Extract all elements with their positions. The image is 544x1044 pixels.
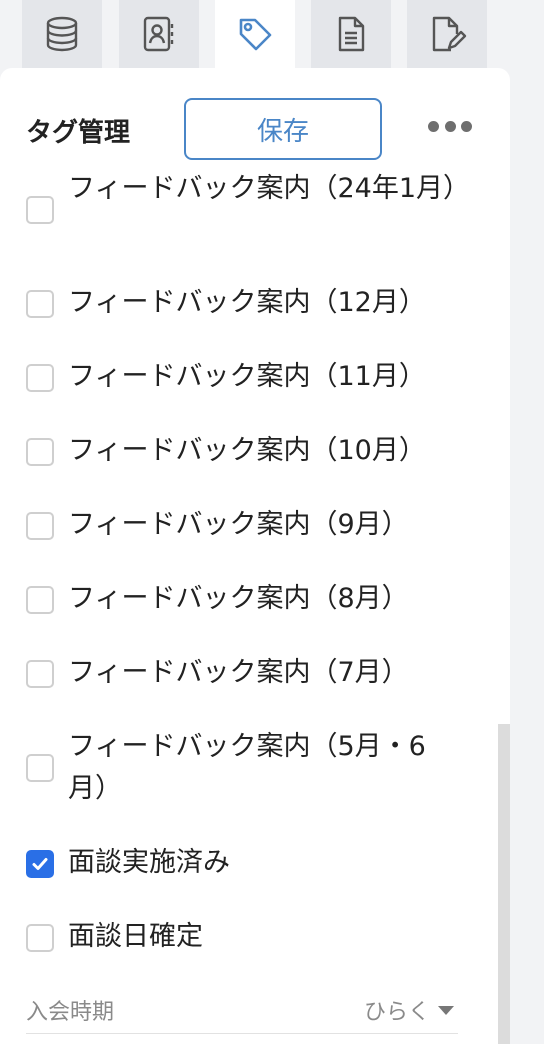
- tag-checkbox[interactable]: [26, 586, 54, 614]
- database-icon: [46, 16, 78, 52]
- expand-toggle-label: ひらく: [364, 1000, 431, 1025]
- tag-checkbox[interactable]: [26, 290, 54, 318]
- tab-edit-document[interactable]: [407, 0, 487, 68]
- tag-label: フィードバック案内（9月）: [68, 509, 409, 540]
- contacts-icon: [143, 16, 174, 52]
- tab-contacts[interactable]: [119, 0, 199, 68]
- tag-checkbox[interactable]: [26, 512, 54, 540]
- tab-bar: [0, 0, 544, 68]
- tag-label: フィードバック案内（11月）: [68, 361, 426, 392]
- tag-checkbox[interactable]: [26, 364, 54, 392]
- page-title: タグ管理: [26, 118, 131, 148]
- save-button[interactable]: 保存: [184, 98, 382, 160]
- tag-icon: [239, 18, 272, 51]
- tag-label: フィードバック案内（24年1月）: [68, 173, 470, 204]
- document-icon: [338, 16, 365, 52]
- more-dot-icon: [444, 120, 456, 132]
- tag-checkbox[interactable]: [26, 196, 54, 224]
- tag-checkbox[interactable]: [26, 660, 54, 688]
- edit-document-icon: [432, 16, 467, 52]
- tab-database[interactable]: [22, 0, 102, 68]
- expand-toggle[interactable]: ひらく: [364, 994, 455, 1026]
- tag-checkbox[interactable]: [26, 924, 54, 952]
- tag-label: フィードバック案内（5月・6月）: [68, 731, 426, 804]
- tab-document[interactable]: [311, 0, 391, 68]
- tag-label: フィードバック案内（12月）: [68, 287, 426, 318]
- more-dot-icon: [461, 120, 472, 132]
- tag-checkbox[interactable]: [26, 754, 54, 782]
- tab-tags[interactable]: [215, 0, 295, 68]
- more-options-button[interactable]: [428, 114, 472, 138]
- caret-down-icon: [438, 1005, 455, 1015]
- more-dot-icon: [428, 120, 439, 132]
- tag-label: 面談日確定: [68, 921, 203, 952]
- section-divider: [26, 1033, 458, 1034]
- panel-header: タグ管理 保存: [0, 68, 510, 168]
- checkmark-icon: [32, 858, 48, 870]
- tag-label: フィードバック案内（7月）: [68, 657, 409, 688]
- tag-label: 面談実施済み: [68, 847, 230, 878]
- tag-management-panel: タグ管理 保存 フィードバック案内（24年1月） フィードバック案内（12月） …: [0, 68, 510, 1044]
- scrollbar[interactable]: [498, 724, 510, 1044]
- tag-label: フィードバック案内（8月）: [68, 583, 409, 614]
- tag-label: フィードバック案内（10月）: [68, 435, 426, 466]
- tag-checkbox[interactable]: [26, 438, 54, 466]
- section-label-join-period: 入会時期: [26, 1000, 115, 1025]
- tag-checkbox-checked[interactable]: [26, 850, 54, 878]
